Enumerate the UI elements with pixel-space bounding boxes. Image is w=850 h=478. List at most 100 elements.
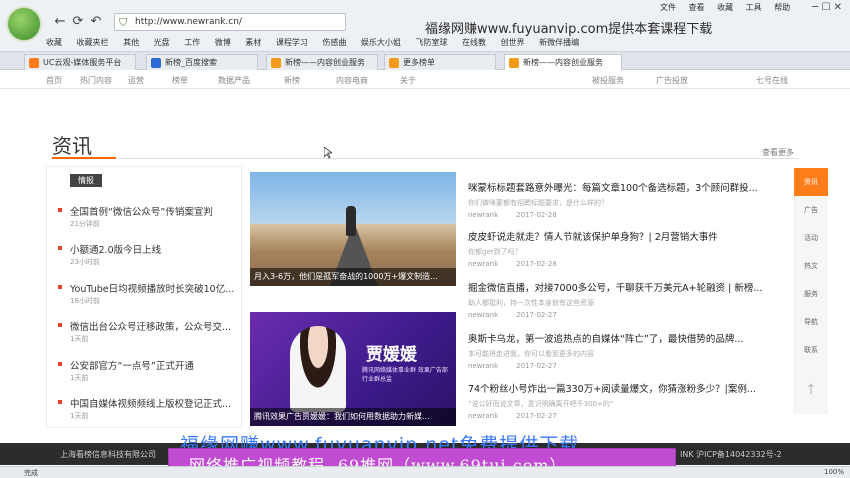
menu-file[interactable]: 文件 bbox=[660, 3, 676, 12]
nav-home[interactable]: 首页 bbox=[46, 75, 62, 86]
list-item-title[interactable]: 中国自媒体视频频线上版权登记正式... bbox=[70, 396, 242, 410]
bookmarks-bar: 收藏 收藏夹栏 其他 光盘 工作 微博 素材 课程学习 伤感曲 娱乐大小姐 飞防… bbox=[46, 37, 846, 51]
list-item-title[interactable]: 微信出台公众号迁移政策，公众号交... bbox=[70, 319, 242, 333]
nav-hot[interactable]: 热门内容 bbox=[80, 75, 112, 86]
nav-ops[interactable]: 运营 bbox=[128, 75, 144, 86]
rail-events[interactable]: 活动 bbox=[794, 224, 828, 252]
nav-invest[interactable]: 被投服务 bbox=[592, 75, 624, 86]
undo-icon[interactable]: ↶ bbox=[88, 14, 104, 30]
tab-label: 新榜_百度搜索 bbox=[165, 58, 217, 67]
news-item[interactable]: 皮皮虾说走就走？情人节就该保护单身狗？| 2月营销大事件 你都get到了吗？ n… bbox=[468, 229, 786, 268]
rail-navigation[interactable]: 导航 bbox=[794, 308, 828, 336]
rail-services[interactable]: 服务 bbox=[794, 280, 828, 308]
nav-data[interactable]: 数据产品 bbox=[218, 75, 250, 86]
tab-uc[interactable]: UC云观-媒体服务平台 bbox=[24, 54, 136, 70]
list-item-title[interactable]: 全国首例“微信公众号”传销案宣判 bbox=[70, 204, 242, 218]
news-item[interactable]: 咪蒙标标题套路意外曝光：每篇文章100个备选标题，3个顾问群投... 你们做咪蒙… bbox=[468, 180, 786, 219]
rail-contact[interactable]: 联系 bbox=[794, 336, 828, 364]
bookmark-item[interactable]: 创世界 bbox=[501, 38, 525, 47]
back-icon[interactable]: ← bbox=[52, 14, 68, 30]
bookmark-item[interactable]: 飞防室球 bbox=[415, 38, 447, 47]
list-item-time: 18小时前 bbox=[70, 297, 100, 305]
address-bar[interactable]: ⛉ http://www.newrank.cn/ bbox=[114, 13, 346, 31]
menu-view[interactable]: 查看 bbox=[689, 3, 705, 12]
news-summary: 你们做咪蒙都有招聘标题要求，是什么样的？ bbox=[468, 199, 608, 207]
list-item-time: 1天前 bbox=[70, 412, 89, 420]
bookmark-item[interactable]: 工作 bbox=[184, 38, 200, 47]
nav-newrank[interactable]: 新榜 bbox=[284, 75, 300, 86]
bookmark-item[interactable]: 在线教 bbox=[462, 38, 486, 47]
feature-image-speaker[interactable]: 贾媛媛 腾讯网络媒体事业群 效果广告部行业群总监 腾讯效果广告贾媛媛：我们如何用… bbox=[250, 312, 456, 426]
menu-tools[interactable]: 工具 bbox=[746, 3, 762, 12]
uc-icon bbox=[29, 58, 39, 68]
bookmark-item[interactable]: 收藏夹栏 bbox=[77, 38, 109, 47]
list-item-title[interactable]: 公安部官方“一点号”正式开通 bbox=[70, 358, 242, 372]
bookmark-item[interactable]: 伤感曲 bbox=[322, 38, 346, 47]
news-headline[interactable]: 74个粉丝小号炸出一篇330万+阅读量爆文，你猜涨粉多少？|案例... bbox=[468, 381, 774, 395]
maximize-icon[interactable]: ☐ bbox=[821, 2, 830, 13]
nav-ecommerce[interactable]: 内容电商 bbox=[336, 75, 368, 86]
nav-about[interactable]: 关于 bbox=[400, 75, 416, 86]
image-caption[interactable]: 腾讯效果广告贾媛媛：我们如何用数据助力新媒... bbox=[250, 408, 456, 426]
news-date: 2017-02-27 bbox=[516, 412, 557, 420]
list-item-time: 23小时前 bbox=[70, 258, 100, 266]
bookmark-item[interactable]: 新微伴播编 bbox=[539, 38, 579, 47]
browser-logo-icon[interactable] bbox=[6, 6, 42, 42]
feature-image-road[interactable]: 月入3-6万，他们是孤军奋战的1000万+爆文制造... bbox=[250, 172, 456, 286]
refresh-icon[interactable]: ⟳ bbox=[70, 14, 86, 30]
news-headline[interactable]: 掘金微信直播，对接7000多公号，千聊获千万美元A+轮融资 | 新榜... bbox=[468, 280, 774, 294]
news-item[interactable]: 74个粉丝小号炸出一篇330万+阅读量爆文，你猜涨粉多少？|案例... “说公好… bbox=[468, 381, 786, 420]
news-headline[interactable]: 咪蒙标标题套路意外曝光：每篇文章100个备选标题，3个顾问群投... bbox=[468, 180, 774, 194]
see-more-link[interactable]: 查看更多 bbox=[762, 147, 794, 158]
bookmark-item[interactable]: 课程学习 bbox=[276, 38, 308, 47]
speaker-subtitle: 腾讯网络媒体事业群 效果广告部行业群总监 bbox=[362, 367, 448, 383]
news-date: 2017-02-28 bbox=[516, 260, 557, 268]
news-date: 2017-02-27 bbox=[516, 311, 557, 319]
newrank-icon bbox=[509, 58, 519, 68]
menu-favorites[interactable]: 收藏 bbox=[717, 3, 733, 12]
title-underline bbox=[52, 157, 116, 159]
bookmark-item[interactable]: 收藏 bbox=[46, 38, 62, 47]
list-item-title[interactable]: YouTube日均视频播放时长突破10亿... bbox=[70, 281, 242, 295]
mouse-cursor-icon bbox=[324, 147, 332, 159]
address-text[interactable]: http://www.newrank.cn/ bbox=[135, 17, 242, 27]
news-meta: newrank 2017-02-27 bbox=[468, 362, 786, 370]
bookmark-item[interactable]: 微博 bbox=[215, 38, 231, 47]
status-text: 完成 bbox=[24, 469, 38, 477]
list-item-time: 1天前 bbox=[70, 374, 89, 382]
site-nav: 首页 热门内容 运营 榜单 数据产品 新榜 内容电商 关于 被投服务 广告投放 … bbox=[0, 71, 850, 89]
nav-rank[interactable]: 榜单 bbox=[172, 75, 188, 86]
rail-ads[interactable]: 广告 bbox=[794, 196, 828, 224]
zoom-level[interactable]: 100% bbox=[824, 468, 844, 476]
news-item[interactable]: 掘金微信直播，对接7000多公号，千聊获千万美元A+轮融资 | 新榜... 助人… bbox=[468, 280, 786, 319]
news-headline[interactable]: 奥斯卡乌龙，第一波追热点的自媒体“阵亡”了，最快借势的品牌... bbox=[468, 331, 774, 345]
list-item-title[interactable]: 小额通2.0版今日上线 bbox=[70, 242, 242, 256]
rail-hot[interactable]: 热文 bbox=[794, 252, 828, 280]
speaker-photo bbox=[290, 326, 346, 412]
news-source: newrank bbox=[468, 311, 499, 319]
tab-newrank-active[interactable]: 新榜——内容创业服务 bbox=[504, 54, 622, 70]
window-controls: ─ ☐ ✕ bbox=[812, 2, 842, 13]
tab-baidu[interactable]: 新榜_百度搜索 bbox=[146, 54, 258, 70]
rail-news[interactable]: 资讯 bbox=[794, 168, 828, 196]
bookmark-item[interactable]: 娱乐大小姐 bbox=[361, 38, 401, 47]
news-date: 2017-02-28 bbox=[516, 211, 557, 219]
back-to-top-icon[interactable]: ↑ bbox=[794, 376, 828, 404]
bookmark-item[interactable]: 其他 bbox=[123, 38, 139, 47]
bookmark-item[interactable]: 素材 bbox=[245, 38, 261, 47]
footer-company: 上海看榜信息科技有限公司 bbox=[60, 450, 156, 459]
nav-online[interactable]: 七号在线 bbox=[756, 75, 788, 86]
tab-more-lists[interactable]: 更多榜单 bbox=[384, 54, 496, 70]
menu-help[interactable]: 帮助 bbox=[774, 3, 790, 12]
image-caption[interactable]: 月入3-6万，他们是孤军奋战的1000万+爆文制造... bbox=[250, 268, 456, 286]
news-headline[interactable]: 皮皮虾说走就走？情人节就该保护单身狗？| 2月营销大事件 bbox=[468, 229, 774, 243]
bullet-icon bbox=[58, 362, 62, 366]
news-item[interactable]: 奥斯卡乌龙，第一波追热点的自媒体“阵亡”了，最快借势的品牌... 本可能将走进我… bbox=[468, 331, 786, 370]
close-icon[interactable]: ✕ bbox=[834, 2, 842, 13]
bookmark-item[interactable]: 光盘 bbox=[154, 38, 170, 47]
list-item-time: 21分钟前 bbox=[70, 220, 100, 228]
section-divider bbox=[116, 158, 798, 159]
nav-ads[interactable]: 广告投放 bbox=[656, 75, 688, 86]
minimize-icon[interactable]: ─ bbox=[812, 2, 818, 13]
tab-newrank[interactable]: 新榜——内容创业服务 bbox=[266, 54, 378, 70]
